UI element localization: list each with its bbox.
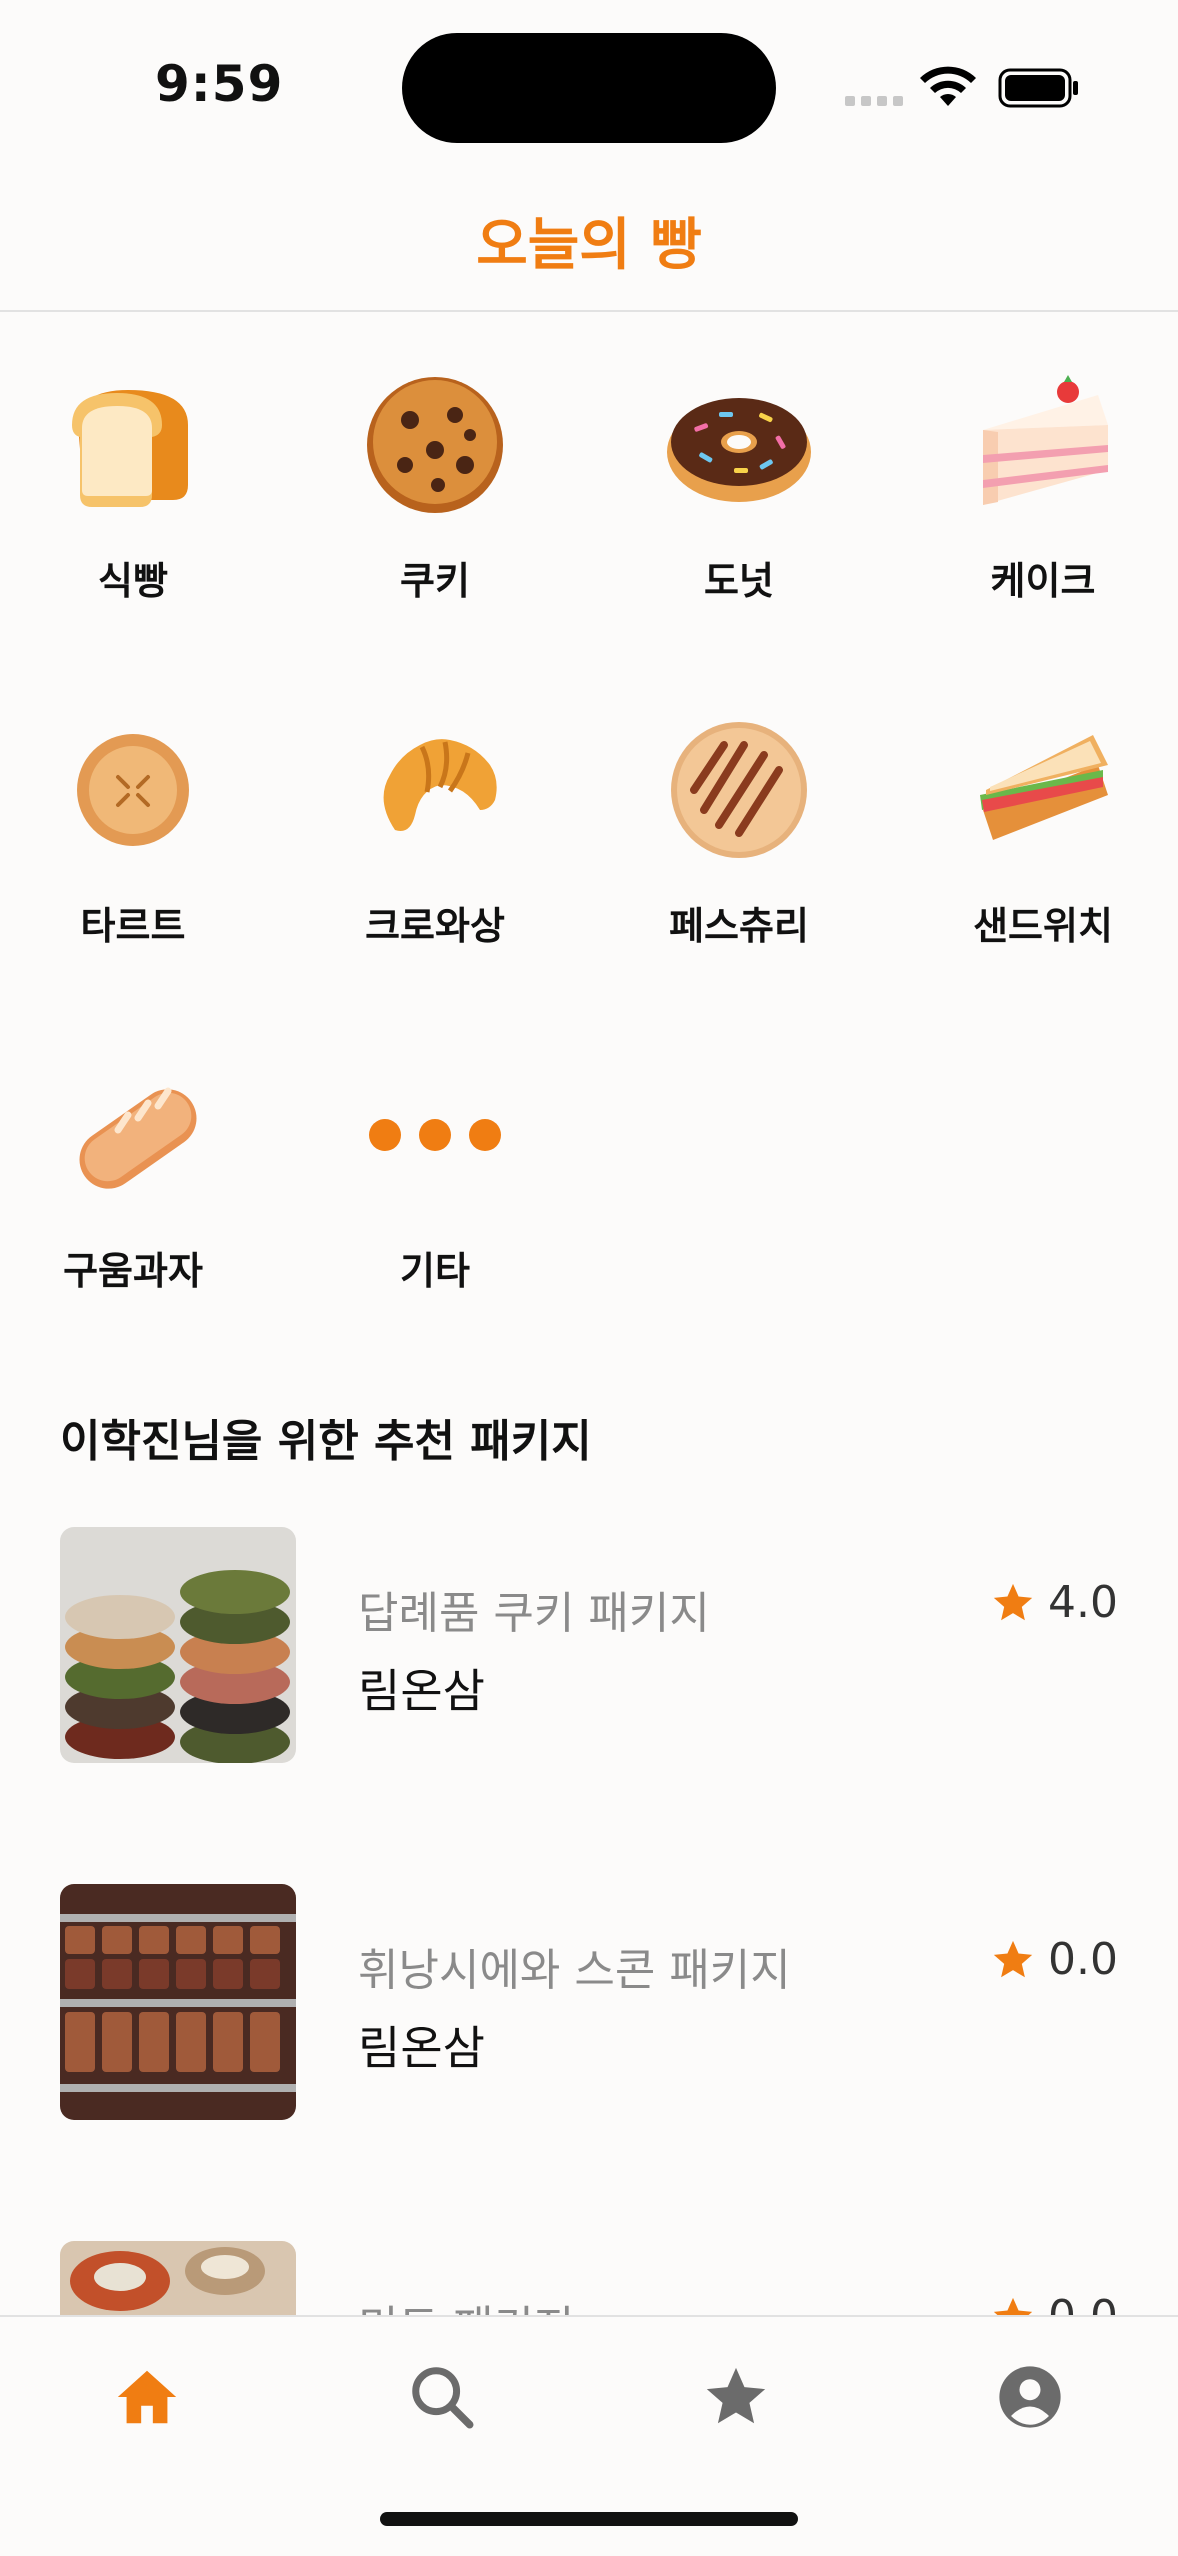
package-rating: 4.0 [990,1577,1118,1628]
profile-icon [999,2366,1061,2428]
package-shop: 림온삼 [358,1664,485,1718]
category-pastry[interactable]: 페스츄리 [609,715,869,975]
section-title: 이학진님을 위한 추천 패키지 [60,1416,592,1467]
star-icon [993,1583,1033,1620]
category-label: 쿠키 [400,559,470,603]
category-baked-goods[interactable]: 구움과자 [3,1060,263,1320]
rating-value: 0.0 [1048,1934,1118,1985]
category-label: 크로와상 [365,904,505,948]
bread-icon [58,370,208,520]
package-item[interactable]: 답례품 쿠키 패키지 림온삼 4.0 [60,1527,1118,1767]
status-time: 9:59 [155,55,284,113]
tab-favorites[interactable] [696,2357,776,2437]
baked-goods-icon [58,1060,208,1210]
package-item[interactable]: 휘낭시에와 스콘 패키지 림온삼 0.0 [60,1884,1118,2124]
tab-search[interactable] [402,2357,482,2437]
category-donut[interactable]: 도넛 [609,370,869,630]
search-icon [412,2367,474,2429]
package-name: 휘낭시에와 스콘 패키지 [358,1945,791,1996]
cake-icon [968,370,1118,520]
donut-icon [664,370,814,520]
tab-home[interactable] [107,2357,187,2437]
wifi-icon [920,66,976,106]
category-bread[interactable]: 식빵 [3,370,263,630]
page-title: 오늘의 빵 [476,212,702,278]
home-indicator [380,2512,798,2526]
category-cake[interactable]: 케이크 [913,370,1173,630]
dynamic-island [402,33,776,143]
category-more[interactable]: 기타 [305,1060,565,1320]
category-label: 샌드위치 [973,904,1113,948]
home-icon [117,2370,177,2424]
tab-profile[interactable] [990,2357,1070,2437]
category-label: 타르트 [80,904,186,948]
status-bar: 9:59 [0,0,1178,170]
star-icon [993,1940,1033,1977]
category-label: 도넛 [704,559,774,603]
tart-icon [58,715,208,865]
star-icon [706,2367,766,2424]
package-rating: 0.0 [990,1934,1118,1985]
package-thumbnail [60,1884,296,2120]
category-label: 페스츄리 [669,904,809,948]
package-thumbnail [60,1527,296,1763]
cellular-signal-icon [845,96,903,106]
battery-icon [998,68,1078,108]
sandwich-icon [968,715,1118,865]
package-shop: 림온삼 [358,2021,485,2075]
category-label: 케이크 [990,559,1096,603]
category-croissant[interactable]: 크로와상 [305,715,565,975]
pastry-icon [664,715,814,865]
package-name: 답례품 쿠키 패키지 [358,1588,710,1639]
rating-value: 4.0 [1048,1577,1118,1628]
croissant-icon [360,715,510,865]
category-tart[interactable]: 타르트 [3,715,263,975]
category-sandwich[interactable]: 샌드위치 [913,715,1173,975]
more-icon [360,1060,510,1210]
category-cookie[interactable]: 쿠키 [305,370,565,630]
navigation-bar: 오늘의 빵 [0,170,1178,312]
category-label: 구움과자 [63,1249,203,1293]
category-label: 식빵 [98,559,168,603]
category-label: 기타 [400,1249,470,1293]
cookie-icon [360,370,510,520]
